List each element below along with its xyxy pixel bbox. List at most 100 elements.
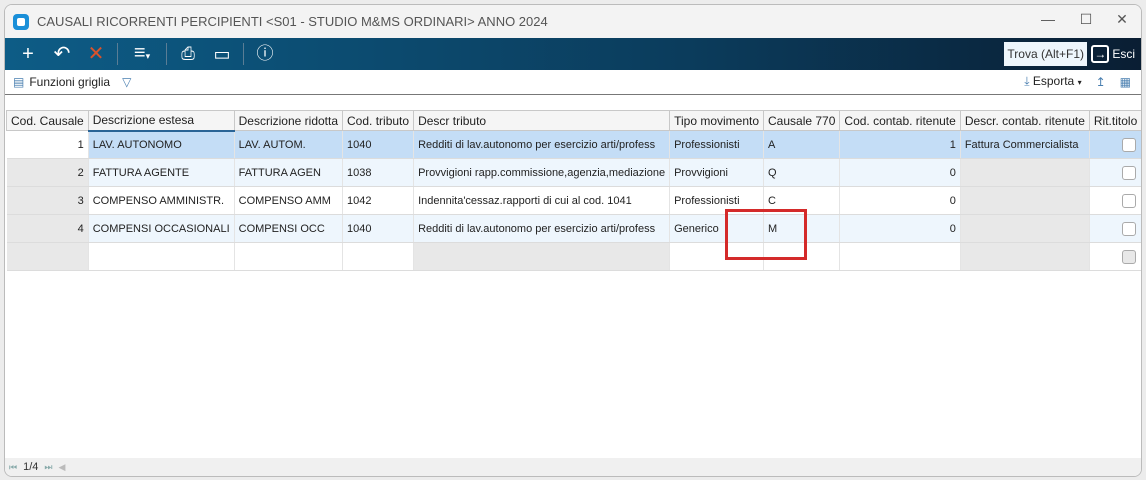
help-icon[interactable]: ⓘ — [248, 38, 282, 70]
table-cell[interactable]: LAV. AUTOM. — [234, 130, 344, 159]
table-cell[interactable]: 1042 — [342, 186, 415, 215]
table-cell[interactable]: FATTURA AGENTE — [88, 158, 235, 187]
table-cell[interactable] — [413, 242, 671, 271]
exit-label: Esci — [1112, 47, 1135, 61]
divider — [166, 43, 167, 65]
column-header[interactable]: Descr. contab. ritenute — [959, 110, 1090, 131]
add-icon[interactable]: + — [11, 38, 45, 70]
column-header[interactable]: Descr tributo — [413, 110, 671, 131]
table-cell[interactable]: FATTURA AGEN — [234, 158, 344, 187]
grid-layout-icon[interactable]: ▦ — [1120, 75, 1131, 89]
grid-functions-label: Funzioni griglia — [29, 75, 111, 89]
table-cell[interactable] — [960, 242, 1090, 271]
table-row[interactable]: 2 FATTURA AGENTE FATTURA AGEN 1038 Provvigio… — [6, 158, 1141, 187]
table-cell[interactable]: 1040 — [342, 214, 415, 243]
minimize-button[interactable]: — — [1033, 11, 1063, 27]
window-title: CAUSALI RICORRENTI PERCIPIENTI <S01 - ST… — [37, 14, 548, 29]
table-cell[interactable] — [6, 242, 89, 271]
column-header[interactable]: Cod. contab. ritenute — [839, 110, 961, 131]
table-cell[interactable]: 1 — [6, 130, 89, 159]
table-cell[interactable]: Redditi di lav.autonomo per esercizio ar… — [413, 130, 671, 159]
column-header[interactable]: Cod. Causale — [6, 110, 89, 131]
table-cell[interactable] — [342, 242, 415, 271]
table-cell[interactable]: 0 — [839, 214, 961, 243]
divider — [243, 43, 244, 65]
table-cell[interactable]: LAV. AUTONOMO — [88, 130, 235, 159]
column-header[interactable]: Descrizione ridotta — [233, 110, 344, 131]
download-icon: ⤓ — [1024, 74, 1030, 88]
first-page-icon[interactable]: ⏮ — [9, 462, 17, 473]
table-row[interactable]: 4 COMPENSI OCCASIONALI COMPENSI OCC 1040 Red… — [6, 214, 1141, 243]
table-cell[interactable] — [234, 242, 344, 271]
title-bar: CAUSALI RICORRENTI PERCIPIENTI <S01 - ST… — [5, 5, 1141, 38]
table-cell[interactable]: 3 — [6, 186, 89, 215]
table-cell[interactable]: 1038 — [342, 158, 415, 187]
table-cell[interactable]: 0 — [839, 158, 961, 187]
table-cell[interactable]: A — [763, 130, 841, 159]
checkbox[interactable] — [1121, 249, 1136, 264]
table-cell[interactable]: COMPENSI OCCASIONALI — [88, 214, 235, 243]
highlight-box — [725, 209, 807, 260]
table-row[interactable]: 1 LAV. AUTONOMO LAV. AUTOM. 1040 Redditi di … — [6, 130, 1141, 159]
filter-icon[interactable]: ▽ — [122, 75, 131, 89]
table-cell[interactable]: Indennita'cessaz.rapporti di cui al cod.… — [413, 186, 671, 215]
table-cell[interactable] — [960, 214, 1090, 243]
table-cell[interactable]: COMPENSO AMMINISTR. — [88, 186, 235, 215]
table-cell[interactable] — [88, 242, 235, 271]
search-button[interactable]: Trova (Alt+F1) — [1004, 42, 1087, 66]
data-grid: Cod. Causale Descrizione estesa Descrizion… — [6, 110, 1141, 271]
checkbox[interactable] — [1121, 165, 1136, 180]
checkbox[interactable] — [1121, 137, 1136, 152]
table-cell[interactable] — [1089, 130, 1141, 159]
table-cell[interactable]: 1040 — [342, 130, 415, 159]
table-cell[interactable]: 2 — [6, 158, 89, 187]
delete-icon[interactable]: ✕ — [79, 38, 113, 70]
menu-icon[interactable]: ≡▾ — [122, 37, 162, 72]
table-row[interactable] — [6, 242, 1141, 271]
column-header[interactable]: Cod. tributo — [342, 110, 415, 131]
column-header[interactable]: Causale 770 — [763, 110, 841, 131]
print-icon[interactable]: ⎙ — [171, 38, 205, 70]
table-cell[interactable] — [1089, 214, 1141, 243]
table-cell[interactable] — [960, 186, 1090, 215]
column-header[interactable]: Tipo movimento — [669, 110, 765, 131]
undo-icon[interactable]: ↶ — [45, 38, 79, 70]
last-page-icon[interactable]: ⏭ — [44, 462, 52, 473]
table-row[interactable]: 3 COMPENSO AMMINISTR. COMPENSO AMM 1042 Inde… — [6, 186, 1141, 215]
export-button[interactable]: ⤓ Esporta ▾ — [1024, 74, 1081, 89]
table-cell[interactable]: COMPENSI OCC — [234, 214, 344, 243]
table-cell[interactable]: 4 — [6, 214, 89, 243]
checkbox[interactable] — [1121, 193, 1136, 208]
table-cell[interactable]: Redditi di lav.autonomo per esercizio ar… — [413, 214, 671, 243]
table-cell[interactable] — [1089, 186, 1141, 215]
table-cell[interactable] — [839, 242, 961, 271]
table-cell[interactable] — [960, 158, 1090, 187]
table-cell[interactable] — [1089, 242, 1141, 271]
exit-button[interactable]: → Esci — [1091, 42, 1135, 66]
table-cell[interactable]: 0 — [839, 186, 961, 215]
maximize-button[interactable]: ☐ — [1071, 11, 1101, 28]
chart-icon[interactable]: ↥ — [1096, 75, 1106, 89]
table-cell[interactable]: Professionisti — [669, 130, 765, 159]
grid-toolbar: ▤ Funzioni griglia ▽ ⤓ Esporta ▾ ↥ ▦ — [5, 70, 1141, 95]
list-icon: ▤ — [13, 75, 25, 89]
checkbox[interactable] — [1121, 221, 1136, 236]
grid-functions-button[interactable]: ▤ Funzioni griglia — [13, 75, 110, 89]
close-button[interactable]: ✕ — [1107, 11, 1137, 28]
app-logo-icon — [13, 13, 29, 30]
scroll-left-icon[interactable]: ◀ — [59, 462, 66, 473]
export-label: Esporta — [1032, 74, 1075, 88]
exit-icon: → — [1091, 45, 1110, 63]
divider — [117, 43, 118, 65]
monitor-icon[interactable]: ▭ — [205, 38, 239, 70]
table-cell[interactable]: COMPENSO AMM — [234, 186, 344, 215]
table-cell[interactable]: Provvigioni rapp.commissione,agenzia,med… — [413, 158, 671, 187]
window: CAUSALI RICORRENTI PERCIPIENTI <S01 - ST… — [4, 4, 1142, 477]
table-cell[interactable] — [1089, 158, 1141, 187]
table-cell[interactable]: Q — [763, 158, 841, 187]
table-cell[interactable]: Provvigioni — [669, 158, 765, 187]
column-header[interactable]: Descrizione estesa — [87, 110, 235, 132]
table-cell[interactable]: Fattura Commercialista — [960, 130, 1090, 159]
column-header[interactable]: Rit.titolo imp. — [1088, 110, 1141, 131]
table-cell[interactable]: 1 — [839, 130, 961, 159]
